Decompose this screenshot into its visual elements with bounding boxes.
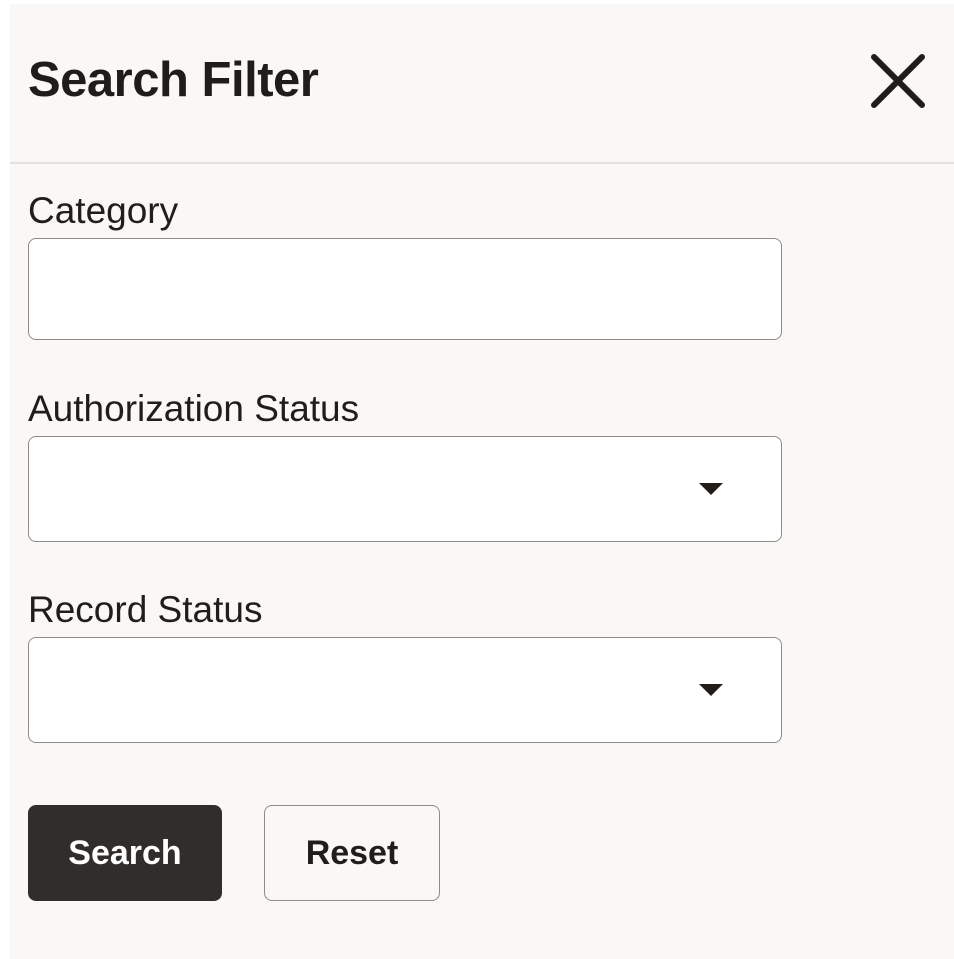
category-input[interactable] [29,239,781,339]
close-icon [871,54,925,108]
authorization-status-label: Authorization Status [28,388,360,429]
category-label: Category [28,190,179,231]
record-status-label: Record Status [28,589,263,630]
close-button[interactable] [866,49,930,113]
reset-button[interactable]: Reset [264,805,440,901]
chevron-down-icon [699,483,723,495]
authorization-status-select[interactable] [28,436,782,542]
panel-header: Search Filter [10,4,954,164]
search-button[interactable]: Search [28,805,222,901]
record-status-select[interactable] [28,637,782,743]
panel-title: Search Filter [28,53,319,107]
chevron-down-icon [699,684,723,696]
search-filter-panel: Search Filter Category Authorization Sta… [10,4,954,959]
category-field[interactable] [28,238,782,340]
